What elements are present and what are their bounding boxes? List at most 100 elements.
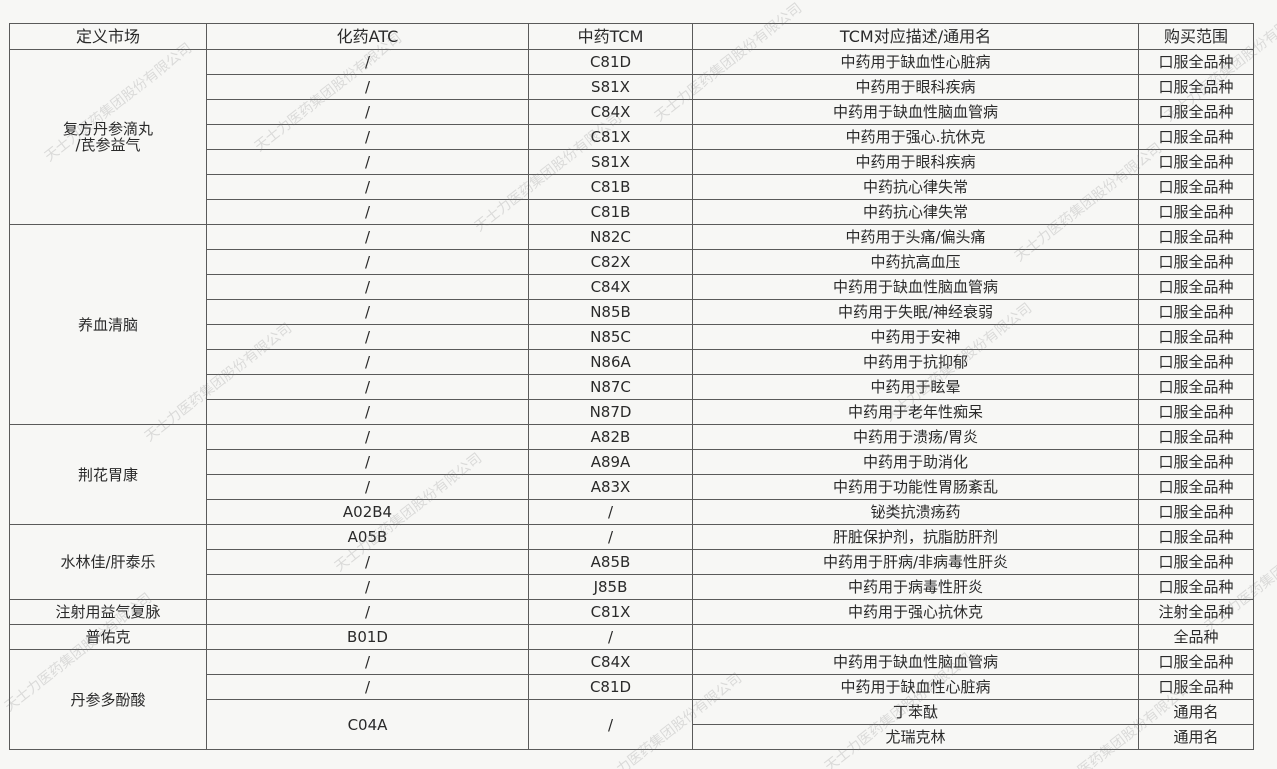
description-cell: 中药用于缺血性脑血管病 (692, 274, 1139, 300)
purchase-scope-cell: 口服全品种 (1138, 149, 1254, 175)
tcm-cell: C81B (528, 199, 693, 225)
purchase-scope-cell: 口服全品种 (1138, 174, 1254, 200)
atc-cell: A05B (206, 524, 529, 550)
table-row: 复方丹参滴丸/芪参益气 / C81D 中药用于缺血性心脏病 口服全品种 (9, 49, 1254, 225)
document-page: 定义市场 化药ATC 中药TCM TCM对应描述/通用名 购买范围 复方丹参滴丸… (0, 0, 1277, 769)
purchase-scope-cell: 口服全品种 (1138, 299, 1254, 325)
atc-cell: / (206, 349, 529, 375)
tcm-cell: / (528, 624, 693, 650)
purchase-scope-cell: 口服全品种 (1138, 449, 1254, 475)
description-cell: 中药用于缺血性脑血管病 (692, 99, 1139, 125)
purchase-scope-cell: 口服全品种 (1138, 349, 1254, 375)
market-cell: 荆花胃康 (9, 424, 207, 525)
tcm-cell: J85B (528, 574, 693, 600)
tcm-cell: / (528, 524, 693, 550)
description-cell: 中药用于缺血性脑血管病 (692, 649, 1139, 675)
description-cell: 中药用于眼科疾病 (692, 74, 1139, 100)
tcm-cell: C82X (528, 249, 693, 275)
atc-cell: / (206, 549, 529, 575)
tcm-cell: C81D (528, 674, 693, 700)
market-cell: 注射用益气复脉 (9, 599, 207, 625)
tcm-cell: C84X (528, 99, 693, 125)
table-row: 水林佳/肝泰乐 A05B / 肝脏保护剂，抗脂肪肝剂 口服全品种 (9, 524, 1254, 600)
description-cell: 中药用于失眠/神经衰弱 (692, 299, 1139, 325)
tcm-cell: C81D (528, 49, 693, 75)
purchase-scope-cell: 口服全品种 (1138, 424, 1254, 450)
table-row: 荆花胃康 / A82B 中药用于溃疡/胃炎 口服全品种 (9, 424, 1254, 525)
description-cell: 中药用于抗抑郁 (692, 349, 1139, 375)
purchase-scope-cell: 口服全品种 (1138, 524, 1254, 550)
purchase-scope-cell: 口服全品种 (1138, 224, 1254, 250)
tcm-cell: C84X (528, 274, 693, 300)
description-cell: 中药用于缺血性心脏病 (692, 49, 1139, 75)
atc-cell: / (206, 149, 529, 175)
purchase-scope-cell: 口服全品种 (1138, 124, 1254, 150)
market-cell: 养血清脑 (9, 224, 207, 425)
description-cell (692, 624, 1139, 650)
purchase-scope-cell: 口服全品种 (1138, 649, 1254, 675)
description-cell: 中药用于老年性痴呆 (692, 399, 1139, 425)
header-market: 定义市场 (9, 23, 207, 50)
atc-cell: / (206, 74, 529, 100)
description-cell: 铋类抗溃疡药 (692, 499, 1139, 525)
table-row: 养血清脑 / N82C 中药用于头痛/偏头痛 口服全品种 (9, 224, 1254, 425)
atc-cell: / (206, 224, 529, 250)
purchase-scope-cell: 口服全品种 (1138, 574, 1254, 600)
atc-cell: / (206, 574, 529, 600)
tcm-cell: / (528, 499, 693, 525)
purchase-scope-cell: 口服全品种 (1138, 74, 1254, 100)
description-cell: 肝脏保护剂，抗脂肪肝剂 (692, 524, 1139, 550)
atc-cell: / (206, 124, 529, 150)
tcm-cell: A89A (528, 449, 693, 475)
tcm-cell: A85B (528, 549, 693, 575)
atc-cell: / (206, 249, 529, 275)
description-cell: 中药用于眼科疾病 (692, 149, 1139, 175)
tcm-cell: A83X (528, 474, 693, 500)
market-cell: 普佑克 (9, 624, 207, 650)
table-row: 注射用益气复脉 / C81X 中药用于强心抗休克 注射全品种 (9, 599, 1254, 625)
purchase-scope-cell: 全品种 (1138, 624, 1254, 650)
atc-cell: / (206, 324, 529, 350)
atc-cell: / (206, 674, 529, 700)
purchase-scope-cell: 注射全品种 (1138, 599, 1254, 625)
description-cell: 中药用于强心抗休克 (692, 599, 1139, 625)
description-cell: 中药用于安神 (692, 324, 1139, 350)
tcm-cell: C81B (528, 174, 693, 200)
atc-cell: B01D (206, 624, 529, 650)
description-cell: 中药抗高血压 (692, 249, 1139, 275)
purchase-scope-cell: 口服全品种 (1138, 474, 1254, 500)
tcm-cell: / (528, 699, 693, 750)
tcm-cell: N86A (528, 349, 693, 375)
tcm-cell: S81X (528, 74, 693, 100)
atc-cell: / (206, 449, 529, 475)
atc-cell: / (206, 299, 529, 325)
purchase-scope-cell: 口服全品种 (1138, 249, 1254, 275)
tcm-cell: S81X (528, 149, 693, 175)
tcm-cell: A82B (528, 424, 693, 450)
purchase-scope-cell: 口服全品种 (1138, 199, 1254, 225)
description-cell: 中药用于助消化 (692, 449, 1139, 475)
atc-cell: / (206, 599, 529, 625)
purchase-scope-cell: 口服全品种 (1138, 549, 1254, 575)
table-row: 丹参多酚酸 / C84X 中药用于缺血性脑血管病 口服全品种 (9, 649, 1254, 750)
atc-cell: A02B4 (206, 499, 529, 525)
header-atc: 化药ATC (206, 23, 529, 50)
purchase-scope-cell: 口服全品种 (1138, 674, 1254, 700)
purchase-scope-cell: 口服全品种 (1138, 49, 1254, 75)
purchase-scope-cell: 口服全品种 (1138, 274, 1254, 300)
tcm-cell: N85C (528, 324, 693, 350)
atc-cell: / (206, 474, 529, 500)
header-purchase-scope: 购买范围 (1138, 23, 1254, 50)
purchase-scope-cell: 通用名 (1138, 699, 1254, 725)
atc-cell: / (206, 424, 529, 450)
description-cell: 中药用于溃疡/胃炎 (692, 424, 1139, 450)
header-tcm: 中药TCM (528, 23, 693, 50)
table-body: 复方丹参滴丸/芪参益气 / C81D 中药用于缺血性心脏病 口服全品种 / S81X 中药用于… (9, 49, 1254, 750)
description-cell: 尤瑞克林 (692, 724, 1139, 750)
atc-cell: / (206, 174, 529, 200)
atc-cell: / (206, 199, 529, 225)
tcm-cell: N87C (528, 374, 693, 400)
tcm-cell: N87D (528, 399, 693, 425)
tcm-cell: C84X (528, 649, 693, 675)
purchase-scope-cell: 口服全品种 (1138, 324, 1254, 350)
